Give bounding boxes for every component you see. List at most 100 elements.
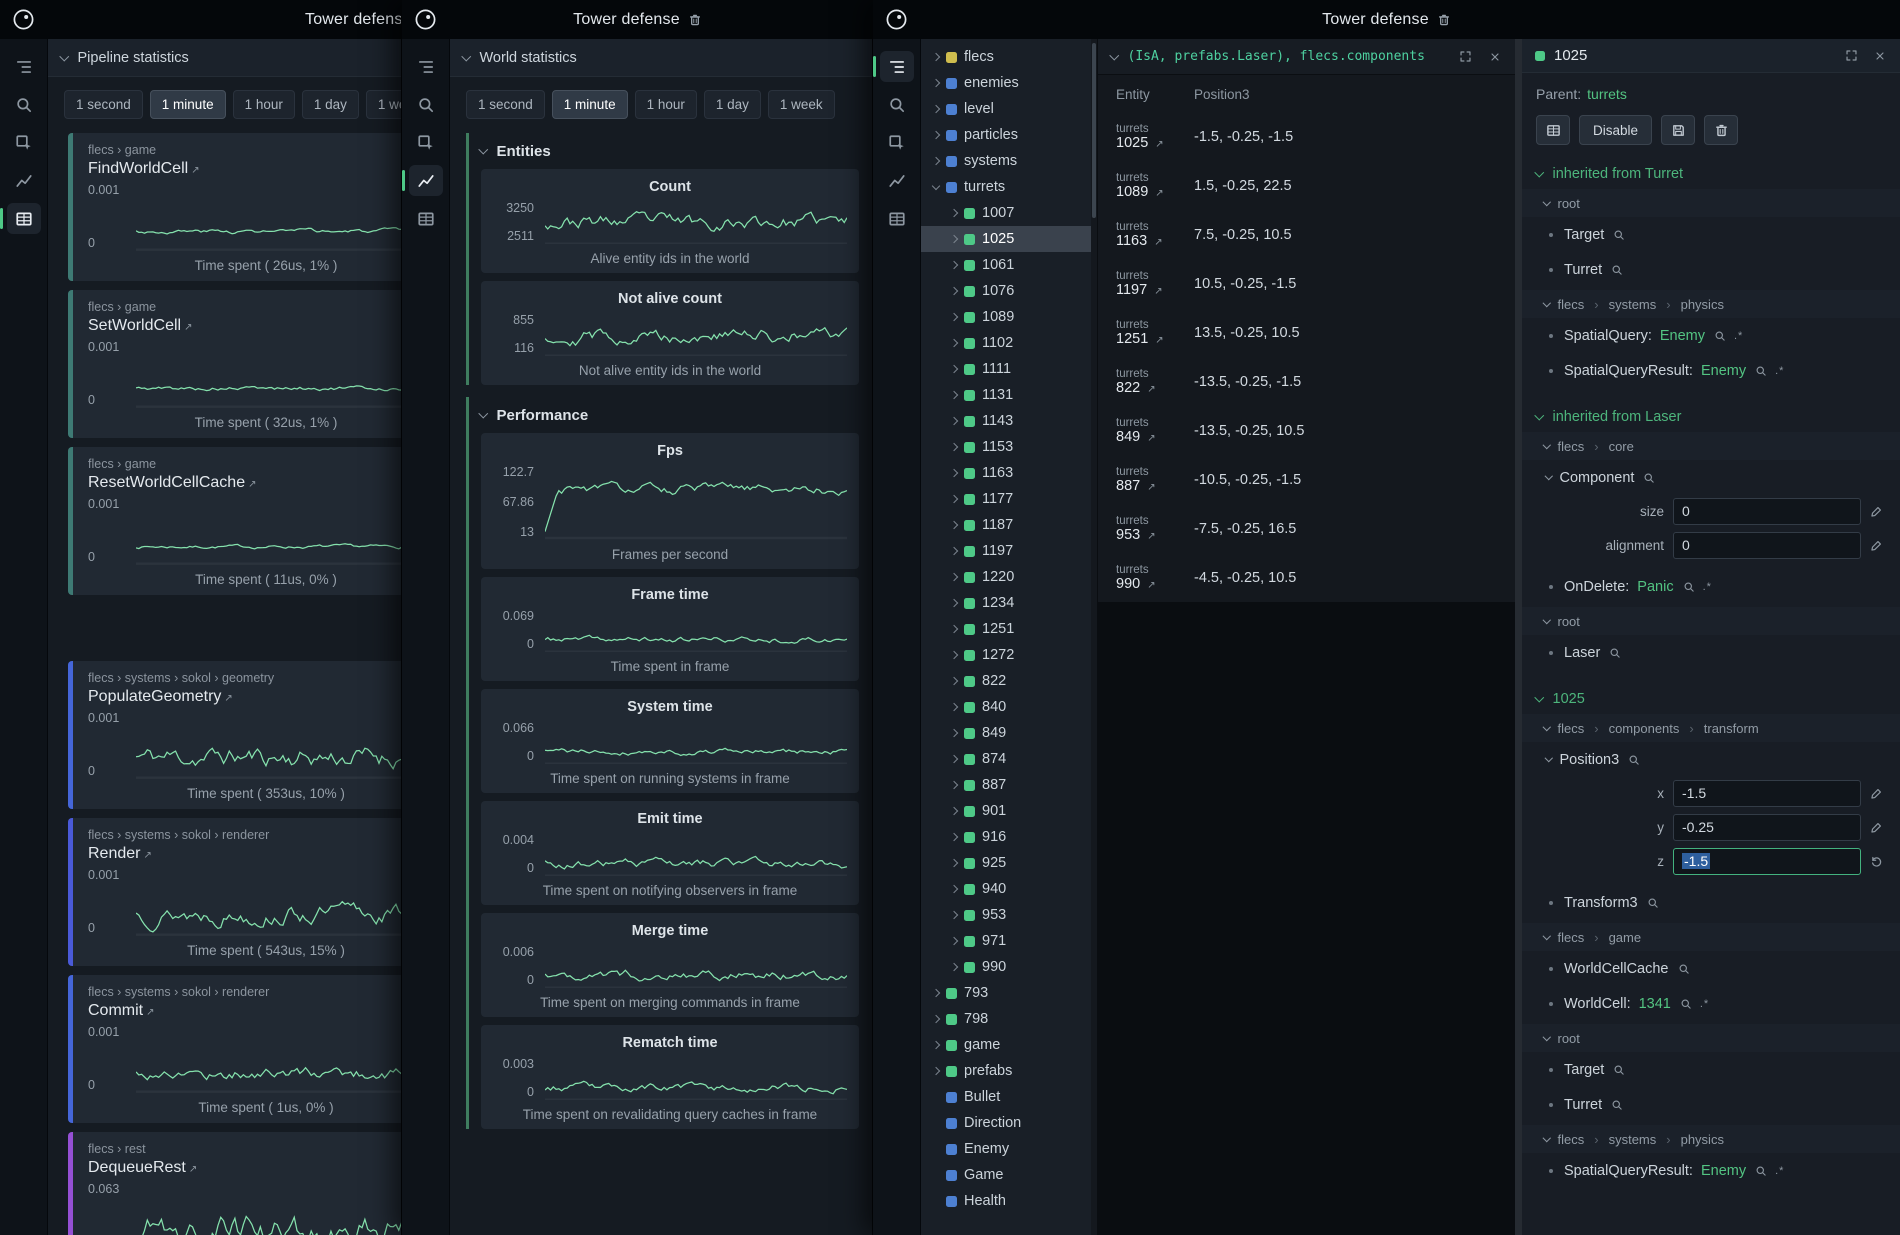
tree-item-1111[interactable]: 1111	[921, 356, 1091, 382]
query-result-row[interactable]: turrets990↗-4.5, -0.25, 10.5	[1098, 553, 1515, 602]
query-expr-icon[interactable]: .*	[1700, 998, 1709, 1010]
query-expr-icon[interactable]: .*	[1775, 365, 1784, 377]
expand-arrow-icon[interactable]	[932, 131, 940, 139]
query-dropdown-icon[interactable]	[1110, 50, 1119, 59]
parent-entity-link[interactable]: turrets	[1587, 86, 1627, 102]
magnifier-icon[interactable]	[1647, 897, 1659, 909]
system-name-link[interactable]: ResetWorldCellCache↗	[88, 474, 402, 492]
component-row-SpatialQuery[interactable]: SpatialQuery:Enemy.*	[1536, 318, 1886, 353]
tree-item-849[interactable]: 849	[921, 720, 1091, 746]
magnifier-icon[interactable]	[1613, 1064, 1625, 1076]
expand-arrow-icon[interactable]	[950, 937, 958, 945]
edit-pencil-icon[interactable]	[1870, 787, 1883, 800]
tree-item-flecs[interactable]: flecs	[921, 44, 1091, 70]
magnifier-icon[interactable]	[1609, 647, 1621, 659]
tree-item-1025[interactable]: 1025	[921, 226, 1091, 252]
component-group-header[interactable]: flecs›systems›physics	[1522, 1125, 1900, 1153]
tree-item-Enemy[interactable]: Enemy	[921, 1136, 1091, 1162]
component-group-header[interactable]: root	[1522, 1024, 1900, 1052]
tree-item-1153[interactable]: 1153	[921, 434, 1091, 460]
tree-item-1102[interactable]: 1102	[921, 330, 1091, 356]
system-name-link[interactable]: SetWorldCell↗	[88, 317, 402, 335]
sidebar-stats-icon[interactable]	[7, 165, 41, 196]
sidebar-inspect-icon[interactable]	[880, 127, 914, 158]
entity-link[interactable]: 849↗	[1116, 429, 1194, 445]
expand-arrow-icon[interactable]	[950, 963, 958, 971]
expand-arrow-icon[interactable]	[950, 339, 958, 347]
magnifier-icon[interactable]	[1613, 229, 1625, 241]
sidebar-tree-icon[interactable]	[7, 51, 41, 82]
scrollbar-thumb[interactable]	[1092, 43, 1096, 218]
expand-arrow-icon[interactable]	[950, 755, 958, 763]
entity-link[interactable]: Enemy	[1701, 363, 1746, 379]
close-icon[interactable]	[1870, 46, 1890, 66]
save-button[interactable]	[1661, 115, 1695, 145]
edit-pencil-icon[interactable]	[1870, 821, 1883, 834]
edit-pencil-icon[interactable]	[1870, 505, 1883, 518]
magnifier-icon[interactable]	[1611, 264, 1623, 276]
entity-link[interactable]: 990↗	[1116, 576, 1194, 592]
entity-link[interactable]: 887↗	[1116, 478, 1194, 494]
tree-item-840[interactable]: 840	[921, 694, 1091, 720]
component-group-header[interactable]: root	[1522, 189, 1900, 217]
expand-arrow-icon[interactable]	[950, 209, 958, 217]
tree-item-game[interactable]: game	[921, 1032, 1091, 1058]
tree-item-1007[interactable]: 1007	[921, 200, 1091, 226]
time-range-button[interactable]: 1 second	[466, 90, 545, 119]
alignment-input[interactable]: 0	[1673, 532, 1861, 559]
query-expr-icon[interactable]: .*	[1775, 1165, 1784, 1177]
magnifier-icon[interactable]	[1643, 472, 1655, 484]
expand-icon[interactable]	[1841, 46, 1861, 66]
query-result-row[interactable]: turrets849↗-13.5, -0.25, 10.5	[1098, 406, 1515, 455]
query-result-row[interactable]: turrets1089↗1.5, -0.25, 22.5	[1098, 161, 1515, 210]
time-range-button[interactable]: 1 hour	[635, 90, 697, 119]
tree-item-1131[interactable]: 1131	[921, 382, 1091, 408]
tree-item-particles[interactable]: particles	[921, 122, 1091, 148]
expand-arrow-icon[interactable]	[950, 391, 958, 399]
trash-icon[interactable]	[688, 13, 702, 27]
query-result-row[interactable]: turrets822↗-13.5, -0.25, -1.5	[1098, 357, 1515, 406]
x-input[interactable]: -1.5	[1673, 780, 1861, 807]
expand-arrow-icon[interactable]	[950, 807, 958, 815]
expand-arrow-icon[interactable]	[932, 53, 940, 61]
sidebar-tables-icon[interactable]	[409, 203, 443, 234]
query-expr-icon[interactable]: .*	[1734, 330, 1743, 342]
entity-link[interactable]: 1197↗	[1116, 282, 1194, 298]
tree-scrollbar[interactable]	[1091, 39, 1097, 1235]
expand-arrow-icon[interactable]	[950, 313, 958, 321]
expand-arrow-icon[interactable]	[950, 677, 958, 685]
expand-arrow-icon[interactable]	[950, 859, 958, 867]
entity-link[interactable]: Enemy	[1701, 1163, 1746, 1179]
time-range-button[interactable]: 1 minute	[150, 90, 226, 119]
component-row-Target[interactable]: Target	[1536, 1052, 1886, 1087]
expand-arrow-icon[interactable]	[950, 599, 958, 607]
component-row-Position3[interactable]: Position3	[1536, 742, 1886, 777]
tree-item-Game[interactable]: Game	[921, 1162, 1091, 1188]
y-input[interactable]: -0.25	[1673, 814, 1861, 841]
magnifier-icon[interactable]	[1628, 754, 1640, 766]
panel-header[interactable]: Pipeline statistics	[48, 39, 402, 77]
disable-button[interactable]: Disable	[1579, 115, 1652, 145]
sidebar-stats-icon[interactable]	[880, 165, 914, 196]
component-group-header[interactable]: flecs›systems›physics	[1522, 290, 1900, 318]
magnifier-icon[interactable]	[1683, 581, 1695, 593]
component-row-Transform3[interactable]: Transform3	[1536, 885, 1886, 920]
sidebar-search-icon[interactable]	[409, 89, 443, 120]
expand-arrow-icon[interactable]	[950, 469, 958, 477]
sidebar-stats-icon[interactable]	[409, 165, 443, 196]
component-row-Turret[interactable]: Turret	[1536, 252, 1886, 287]
expand-arrow-icon[interactable]	[950, 261, 958, 269]
sidebar-inspect-icon[interactable]	[409, 127, 443, 158]
expand-arrow-icon[interactable]	[950, 781, 958, 789]
expand-arrow-icon[interactable]	[950, 729, 958, 737]
system-name-link[interactable]: PopulateGeometry↗	[88, 688, 402, 706]
time-range-button[interactable]: 1 second	[64, 90, 143, 119]
expand-arrow-icon[interactable]	[932, 989, 940, 997]
tree-item-1234[interactable]: 1234	[921, 590, 1091, 616]
window-titlebar[interactable]: Tower defense	[0, 0, 402, 39]
tree-item-940[interactable]: 940	[921, 876, 1091, 902]
panel-header[interactable]: World statistics	[450, 39, 873, 77]
tree-item-990[interactable]: 990	[921, 954, 1091, 980]
expand-arrow-icon[interactable]	[932, 1067, 940, 1075]
expand-arrow-icon[interactable]	[950, 443, 958, 451]
